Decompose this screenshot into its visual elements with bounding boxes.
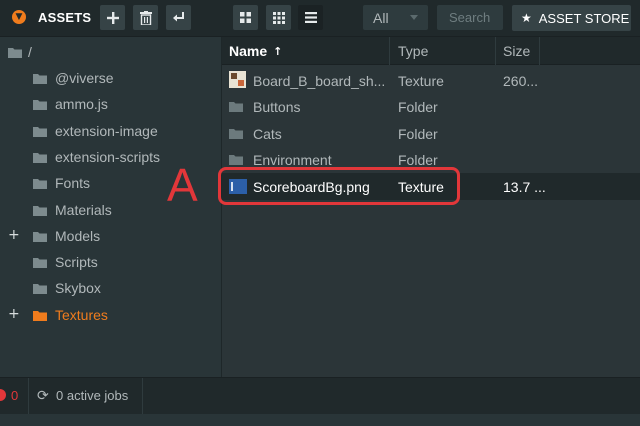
file-type: Folder <box>398 152 438 169</box>
folder-icon <box>33 74 47 84</box>
column-header: Name ↑ Type Size <box>222 37 640 65</box>
type-column-label: Type <box>398 43 429 59</box>
name-column-label: Name <box>229 43 268 59</box>
folder-icon <box>33 179 47 190</box>
type-column-header[interactable]: Type <box>390 37 496 65</box>
file-name: Buttons <box>253 99 301 116</box>
asset-list: Name ↑ Type Size Board_B_board_sh... Text… <box>222 37 640 377</box>
caret-down-icon <box>410 15 418 20</box>
folder-icon <box>229 155 243 166</box>
name-column-header[interactable]: Name ↑ <box>222 37 390 65</box>
tree-item[interactable]: + Models <box>0 224 221 248</box>
tree-item[interactable]: ammo.js <box>0 92 221 116</box>
annotation-highlight-box <box>218 167 460 205</box>
sort-ascending-icon: ↑ <box>273 44 283 58</box>
file-size: 260... <box>503 73 539 89</box>
error-count[interactable]: 0 <box>11 388 18 403</box>
status-divider <box>142 378 143 415</box>
asset-store-button[interactable]: ★ ASSET STORE <box>512 5 631 31</box>
tree-item-label: extension-scripts <box>55 148 161 165</box>
tree-item-label: Skybox <box>55 280 101 297</box>
bottom-strip <box>0 414 640 426</box>
file-type: Folder <box>398 125 438 142</box>
add-asset-button[interactable] <box>100 5 125 30</box>
grid-large-icon <box>240 12 251 23</box>
tree-root-label: / <box>28 44 32 60</box>
file-row[interactable]: Cats Folder <box>222 120 640 147</box>
file-name: Board_B_board_sh... <box>253 73 386 89</box>
tree-item-label: extension-image <box>55 122 158 139</box>
file-type: Texture <box>398 73 444 89</box>
folder-icon <box>33 231 47 242</box>
tree-item[interactable]: + Textures <box>0 303 221 327</box>
list-icon <box>304 12 317 23</box>
tree-item-label: ammo.js <box>55 96 108 113</box>
tree-item-label: Materials <box>55 201 112 218</box>
expand-icon[interactable]: + <box>8 227 20 243</box>
back-icon <box>173 11 184 21</box>
tree-item[interactable]: Skybox <box>0 276 221 300</box>
grid-small-icon <box>272 11 285 24</box>
asset-store-label: ASSET STORE <box>538 10 630 26</box>
file-row[interactable]: Board_B_board_sh... Texture 260... <box>222 67 640 94</box>
size-column-label: Size <box>503 43 531 59</box>
folder-icon <box>33 152 47 163</box>
view-grid-large-button[interactable] <box>233 5 258 30</box>
file-size: 13.7 ... <box>503 178 546 195</box>
tree-item[interactable]: @viverse <box>0 66 221 90</box>
status-divider <box>28 378 29 415</box>
texture-thumbnail-icon <box>229 71 246 88</box>
delete-icon <box>139 10 152 25</box>
star-icon: ★ <box>521 11 532 25</box>
tree-item-label: @viverse <box>55 70 114 86</box>
refresh-icon: ⟳ <box>37 388 49 404</box>
panel-title: ASSETS <box>38 10 92 25</box>
folder-icon <box>33 100 47 111</box>
tree-item[interactable]: extension-image <box>0 119 221 143</box>
search-input[interactable] <box>437 5 503 30</box>
file-row[interactable]: Buttons Folder <box>222 93 640 120</box>
folder-icon <box>33 284 47 295</box>
active-jobs-label[interactable]: 0 active jobs <box>56 388 128 403</box>
expand-icon[interactable]: + <box>8 306 20 322</box>
delete-asset-button[interactable] <box>133 5 158 30</box>
add-icon <box>106 11 119 24</box>
assets-toolbar: ▼ ASSETS All Search ★ ASSET STORE <box>0 0 640 37</box>
file-type: Folder <box>398 99 438 116</box>
folder-icon <box>8 48 22 58</box>
tree-item[interactable]: Scripts <box>0 250 221 274</box>
error-indicator-icon[interactable] <box>0 389 6 401</box>
annotation-letter: A <box>167 159 198 211</box>
folder-icon <box>33 126 47 137</box>
asset-type-filter[interactable]: All <box>363 5 428 30</box>
file-name: Cats <box>253 125 282 142</box>
tree-item-label: Models <box>55 227 101 244</box>
view-list-button[interactable] <box>298 5 323 30</box>
folder-icon <box>33 205 47 216</box>
folder-icon <box>229 128 243 139</box>
back-folder-button[interactable] <box>166 5 191 30</box>
chevron-down-icon[interactable]: ▼ <box>12 10 26 24</box>
folder-icon <box>33 310 47 321</box>
tree-item-label: Scripts <box>55 254 98 271</box>
file-name: Environment <box>253 152 332 169</box>
folder-icon <box>229 102 243 113</box>
tree-item-label: Fonts <box>55 175 91 192</box>
tree-item-label: Textures <box>55 306 108 323</box>
view-grid-small-button[interactable] <box>266 5 291 30</box>
tree-root[interactable]: / <box>0 40 221 64</box>
status-bar: 0 ⟳ 0 active jobs <box>0 377 640 415</box>
size-column-header[interactable]: Size <box>496 37 540 65</box>
filter-value: All <box>373 10 389 26</box>
folder-icon <box>33 258 47 269</box>
